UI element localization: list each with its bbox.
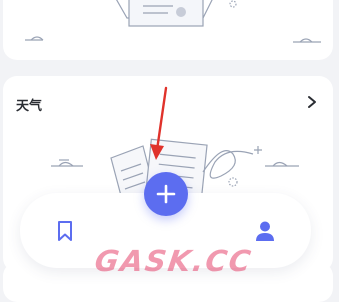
watermark: GASK.CC: [92, 244, 255, 278]
bookmark-icon[interactable]: [56, 220, 74, 242]
plus-icon: [156, 184, 176, 204]
person-icon[interactable]: [254, 220, 276, 242]
add-button[interactable]: [144, 172, 188, 216]
